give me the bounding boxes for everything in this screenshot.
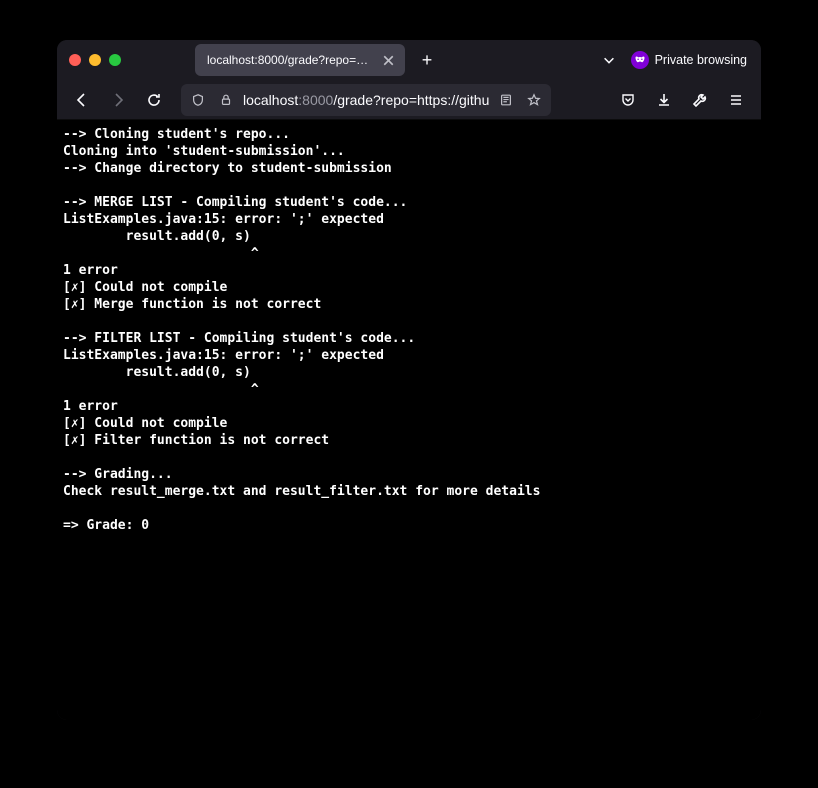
shield-icon[interactable]	[187, 89, 209, 111]
private-browsing-indicator: Private browsing	[631, 51, 753, 69]
back-button[interactable]	[67, 85, 97, 115]
page-content: --> Cloning student's repo... Cloning in…	[57, 120, 761, 720]
tab-bar: localhost:8000/grade?repo=https://g + Pr…	[57, 40, 761, 80]
lock-icon[interactable]	[215, 89, 237, 111]
private-browsing-label: Private browsing	[655, 53, 747, 67]
devtools-button[interactable]	[685, 85, 715, 115]
console-output: --> Cloning student's repo... Cloning in…	[63, 126, 755, 534]
bookmark-star-icon[interactable]	[523, 89, 545, 111]
reload-button[interactable]	[139, 85, 169, 115]
window-minimize-button[interactable]	[89, 54, 101, 66]
browser-tab[interactable]: localhost:8000/grade?repo=https://g	[195, 44, 405, 76]
tab-title: localhost:8000/grade?repo=https://g	[207, 53, 372, 67]
url-text: localhost:8000/grade?repo=https://githu	[243, 92, 489, 108]
new-tab-button[interactable]: +	[413, 46, 441, 74]
reader-mode-icon[interactable]	[495, 89, 517, 111]
window-close-button[interactable]	[69, 54, 81, 66]
window-controls	[65, 54, 129, 66]
tab-close-button[interactable]	[380, 51, 397, 69]
window-maximize-button[interactable]	[109, 54, 121, 66]
address-bar[interactable]: localhost:8000/grade?repo=https://githu	[181, 84, 551, 116]
app-menu-button[interactable]	[721, 85, 751, 115]
pocket-button[interactable]	[613, 85, 643, 115]
browser-window: localhost:8000/grade?repo=https://g + Pr…	[57, 40, 761, 720]
mask-icon	[631, 51, 649, 69]
forward-button[interactable]	[103, 85, 133, 115]
downloads-button[interactable]	[649, 85, 679, 115]
tabs-dropdown-button[interactable]	[595, 46, 623, 74]
navigation-toolbar: localhost:8000/grade?repo=https://githu	[57, 80, 761, 120]
